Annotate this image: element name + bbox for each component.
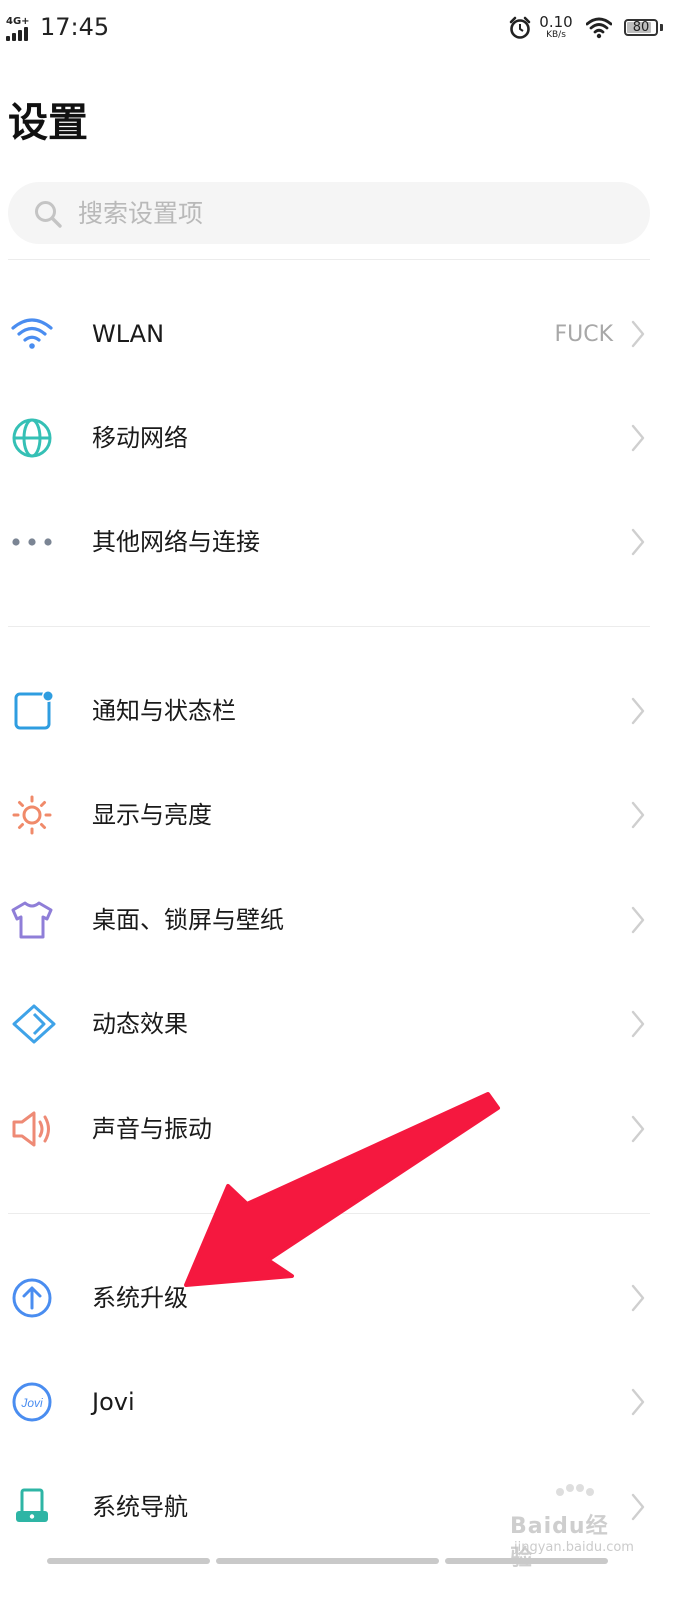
svg-text:Jovi: Jovi — [20, 1396, 43, 1410]
chevron-right-icon — [630, 697, 646, 729]
tshirt-icon — [10, 900, 54, 940]
settings-item-other-networks[interactable]: 其他网络与连接 — [0, 497, 681, 587]
chevron-right-icon — [630, 1388, 646, 1420]
search-icon — [33, 199, 63, 233]
settings-item-notifications[interactable]: 通知与状态栏 — [0, 666, 681, 756]
navigation-icon — [10, 1487, 54, 1527]
watermark-url: jingyan.baidu.com — [514, 1540, 634, 1555]
item-label: 声音与振动 — [92, 1115, 212, 1143]
diamond-icon — [10, 1004, 56, 1044]
more-dots-icon — [10, 522, 54, 562]
chevron-right-icon — [630, 906, 646, 938]
chevron-right-icon — [630, 1493, 646, 1525]
cellular-signal-icon: 4G+ — [6, 16, 30, 41]
chevron-right-icon — [630, 528, 646, 560]
settings-item-wallpaper[interactable]: 桌面、锁屏与壁纸 — [0, 875, 681, 965]
item-label: 系统导航 — [92, 1493, 188, 1521]
search-input[interactable] — [78, 182, 618, 244]
settings-item-mobile-network[interactable]: 移动网络 — [0, 393, 681, 483]
baidu-watermark: Baidu经验 jingyan.baidu.com — [510, 1484, 634, 1571]
wifi-icon — [585, 17, 613, 43]
item-value: FUCK — [554, 322, 613, 347]
alarm-clock-icon — [509, 16, 531, 44]
section-divider — [8, 626, 650, 627]
status-bar: 4G+ 17:45 0.10 KB/s 80 — [0, 0, 681, 60]
status-time: 17:45 — [40, 13, 110, 41]
settings-item-jovi[interactable]: Jovi Jovi — [0, 1357, 681, 1447]
upgrade-arrow-icon — [10, 1278, 54, 1318]
item-label: 通知与状态栏 — [92, 697, 236, 725]
section-divider — [8, 1213, 650, 1214]
settings-item-sound[interactable]: 声音与振动 — [0, 1084, 681, 1174]
paw-icon — [556, 1484, 594, 1496]
item-label: 其他网络与连接 — [92, 528, 260, 556]
chevron-right-icon — [630, 801, 646, 833]
speaker-icon — [10, 1109, 54, 1149]
home-indicator-segment[interactable] — [216, 1558, 439, 1564]
network-speed: 0.10 KB/s — [536, 14, 576, 40]
item-label: WLAN — [92, 320, 165, 348]
battery-icon: 80 — [624, 19, 658, 36]
item-label: Jovi — [92, 1388, 135, 1416]
network-type: 4G+ — [6, 16, 30, 27]
speed-unit: KB/s — [546, 30, 566, 40]
globe-icon — [10, 418, 54, 458]
item-label: 显示与亮度 — [92, 801, 212, 829]
settings-item-animations[interactable]: 动态效果 — [0, 979, 681, 1069]
home-indicator-segment — [445, 1558, 608, 1564]
speed-value: 0.10 — [539, 13, 573, 31]
settings-item-wlan[interactable]: WLAN FUCK — [0, 289, 681, 379]
item-label: 动态效果 — [92, 1010, 188, 1038]
battery-tip — [660, 24, 663, 31]
chevron-right-icon — [630, 1010, 646, 1042]
notification-icon — [10, 690, 54, 731]
status-icons: 0.10 KB/s 80 — [481, 0, 681, 60]
item-label: 系统升级 — [92, 1284, 188, 1312]
wifi-icon — [10, 314, 54, 354]
chevron-right-icon — [630, 1284, 646, 1316]
jovi-icon: Jovi — [10, 1382, 54, 1422]
chevron-right-icon — [630, 320, 646, 352]
item-label: 移动网络 — [92, 424, 188, 452]
divider — [8, 259, 650, 260]
page-title: 设置 — [8, 100, 88, 146]
search-bar[interactable] — [8, 182, 650, 244]
battery-level: 80 — [632, 20, 650, 35]
sun-icon — [10, 795, 54, 835]
chevron-right-icon — [630, 1115, 646, 1147]
home-indicator-segment — [47, 1558, 210, 1564]
item-label: 桌面、锁屏与壁纸 — [92, 906, 284, 934]
settings-item-display[interactable]: 显示与亮度 — [0, 770, 681, 860]
settings-item-system-upgrade[interactable]: 系统升级 — [0, 1253, 681, 1343]
chevron-right-icon — [630, 424, 646, 456]
